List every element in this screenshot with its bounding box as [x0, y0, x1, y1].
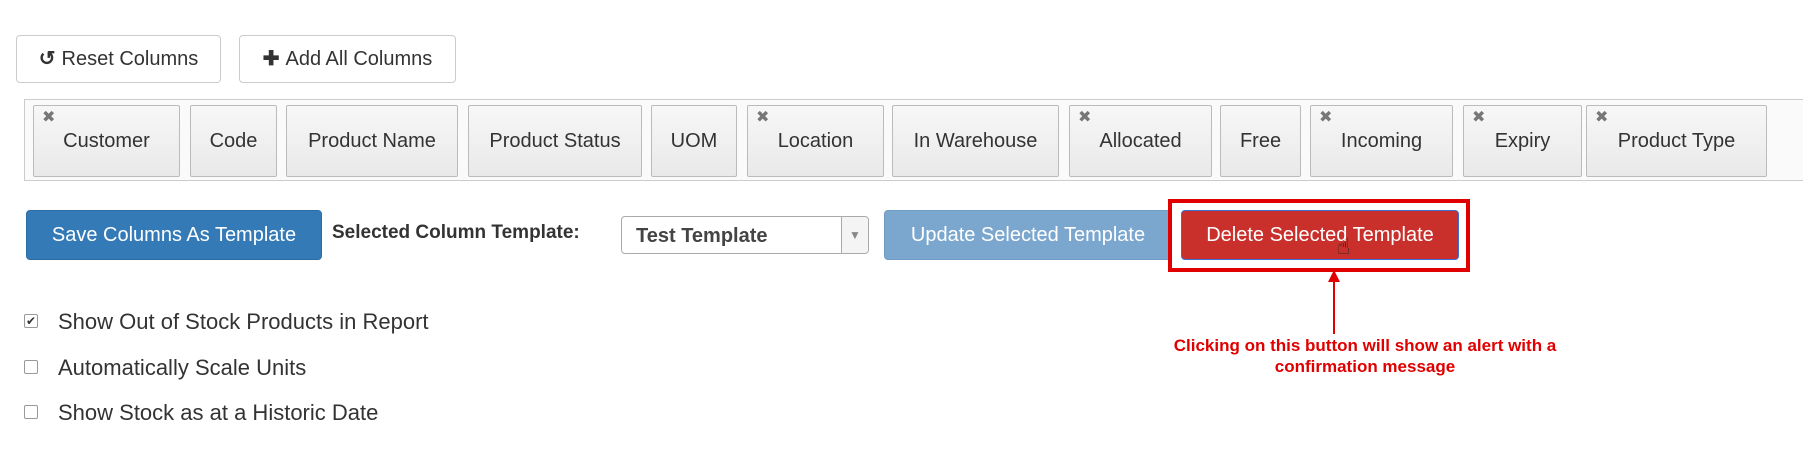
column-chip-in-warehouse[interactable]: In Warehouse: [892, 105, 1059, 177]
option-row-out-of-stock: ✔: [24, 314, 38, 328]
add-all-columns-label: Add All Columns: [285, 47, 433, 70]
column-label: Allocated: [1099, 129, 1182, 152]
template-select-value: Test Template: [636, 225, 768, 247]
column-chip-incoming[interactable]: ✖ Incoming: [1310, 105, 1453, 177]
out-of-stock-checkbox[interactable]: ✔: [24, 314, 38, 328]
plus-icon: ✚: [262, 48, 280, 70]
column-label: UOM: [670, 129, 718, 152]
column-chip-allocated[interactable]: ✖ Allocated: [1069, 105, 1212, 177]
scale-units-label: Automatically Scale Units: [58, 355, 307, 380]
annotation-highlight-box: [1168, 199, 1470, 272]
column-label: Location: [777, 129, 854, 152]
column-chip-product-name[interactable]: Product Name: [286, 105, 458, 177]
option-row-historic-date: [24, 405, 38, 419]
close-icon[interactable]: ✖: [42, 110, 55, 126]
close-icon[interactable]: ✖: [756, 110, 769, 126]
column-chip-location[interactable]: ✖ Location: [747, 105, 884, 177]
column-label: Incoming: [1340, 129, 1423, 152]
save-columns-as-template-button[interactable]: Save Columns As Template: [26, 210, 322, 260]
reset-columns-button[interactable]: ↺ Reset Columns: [16, 35, 221, 83]
column-label: Product Name: [308, 129, 436, 152]
add-all-columns-button[interactable]: ✚ Add All Columns: [239, 35, 456, 83]
column-chip-product-type[interactable]: ✖ Product Type: [1586, 105, 1767, 177]
chevron-down-icon[interactable]: ▼: [841, 217, 868, 253]
option-row-scale-units: [24, 360, 38, 374]
update-selected-template-button[interactable]: Update Selected Template: [884, 210, 1172, 260]
column-chip-product-status[interactable]: Product Status: [468, 105, 642, 177]
close-icon[interactable]: ✖: [1595, 110, 1608, 126]
reset-columns-label: Reset Columns: [61, 47, 199, 70]
undo-icon: ↺: [38, 48, 56, 70]
column-chip-code[interactable]: Code: [190, 105, 277, 177]
column-label: Product Type: [1617, 129, 1736, 152]
close-icon[interactable]: ✖: [1078, 110, 1091, 126]
scale-units-checkbox[interactable]: [24, 360, 38, 374]
column-label: Customer: [63, 129, 150, 152]
save-template-label: Save Columns As Template: [51, 223, 297, 246]
column-label: Code: [209, 129, 258, 152]
column-chip-free[interactable]: Free: [1220, 105, 1301, 177]
annotation-arrow-line: [1333, 278, 1335, 334]
close-icon[interactable]: ✖: [1319, 110, 1332, 126]
column-label: In Warehouse: [913, 129, 1038, 152]
column-label: Product Status: [489, 129, 621, 152]
historic-date-label: Show Stock as at a Historic Date: [58, 400, 379, 425]
column-chip-expiry[interactable]: ✖ Expiry: [1463, 105, 1582, 177]
historic-date-checkbox[interactable]: [24, 405, 38, 419]
template-select[interactable]: Test Template ▼: [621, 216, 869, 254]
update-template-label: Update Selected Template: [910, 223, 1146, 246]
hand-pointer-icon: ☝: [1337, 234, 1351, 259]
column-label: Expiry: [1494, 129, 1551, 152]
close-icon[interactable]: ✖: [1472, 110, 1485, 126]
column-chip-uom[interactable]: UOM: [651, 105, 737, 177]
column-label: Free: [1239, 129, 1282, 152]
annotation-text: Clicking on this button will show an ale…: [1173, 336, 1557, 376]
selected-template-label: Selected Column Template:: [332, 222, 580, 243]
out-of-stock-label: Show Out of Stock Products in Report: [58, 309, 429, 334]
column-chip-customer[interactable]: ✖ Customer: [33, 105, 180, 177]
